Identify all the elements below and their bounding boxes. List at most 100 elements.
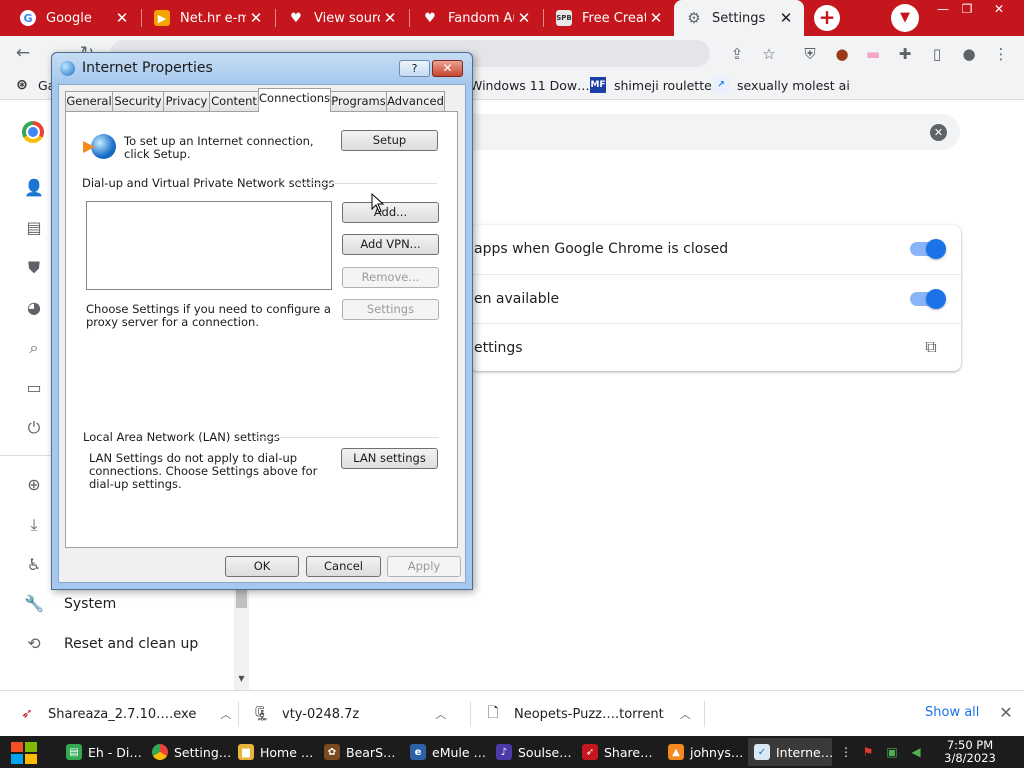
new-tab-button[interactable]: + — [814, 5, 840, 31]
dialog-title: Internet Properties — [82, 60, 213, 76]
bookmark-item[interactable]: Windows 11 Dow… — [470, 76, 590, 94]
close-tab-icon[interactable]: ✕ — [776, 9, 796, 27]
sidebar-item-system[interactable]: System — [64, 596, 116, 612]
help-button[interactable]: ? — [399, 60, 430, 77]
taskbar-item[interactable]: ▤ Eh - Di… — [60, 738, 144, 766]
taskbar-item-internet-properties[interactable]: ✓ Interne… — [748, 738, 833, 766]
settings-search-input[interactable] — [400, 114, 960, 150]
windows-taskbar: ▤ Eh - Di… Setting… ▆ Home … ✿ BearS… e … — [0, 736, 1024, 768]
add-connection-button[interactable]: Add... — [342, 202, 439, 223]
setting-row-proxy-settings[interactable]: ettings ⧉ — [470, 323, 961, 372]
taskbar-item[interactable]: ♪ Soulse… — [490, 738, 574, 766]
connection-settings-button[interactable]: Settings — [342, 299, 439, 320]
volume-icon[interactable]: ◀ — [908, 744, 924, 760]
tab-general[interactable]: General — [65, 91, 113, 111]
download-item[interactable]: ➶ Shareaza_2.7.10….exe ︿ — [18, 703, 231, 725]
start-button[interactable] — [4, 737, 44, 767]
tab-programs[interactable]: Programs — [330, 91, 387, 111]
tab-security[interactable]: Security — [112, 91, 164, 111]
extension-avatar-icon[interactable]: ● — [831, 43, 853, 65]
close-tab-icon[interactable]: ✕ — [646, 9, 666, 27]
power-icon[interactable]: ⏻ — [24, 418, 44, 438]
palette-icon[interactable]: ◕ — [24, 298, 44, 318]
close-tab-icon[interactable]: ✕ — [514, 9, 534, 27]
shield-icon[interactable]: ⛊ — [24, 258, 44, 278]
chevron-up-icon[interactable]: ︿ — [220, 706, 231, 722]
apply-button[interactable]: Apply — [387, 556, 461, 577]
tab-advanced[interactable]: Advanced — [386, 91, 445, 111]
setting-row-hardware-acceleration[interactable]: en available — [470, 274, 961, 323]
scroll-down-arrow-icon[interactable]: ▼ — [236, 672, 247, 686]
taskbar-item[interactable]: ▆ Home … — [232, 738, 316, 766]
bookmark-item[interactable]: MF shimeji roulette — [590, 76, 712, 94]
scrollbar-thumb[interactable] — [236, 590, 247, 608]
back-arrow-icon[interactable]: ← — [12, 42, 34, 64]
tab-search-chevron-icon[interactable]: ▼ — [891, 4, 919, 32]
network-icon[interactable]: ▣ — [884, 744, 900, 760]
taskbar-item[interactable]: e eMule … — [404, 738, 488, 766]
lan-settings-button[interactable]: LAN settings — [341, 448, 438, 469]
person-icon[interactable]: 👤 — [24, 178, 44, 198]
extensions-puzzle-icon[interactable]: ✚ — [894, 43, 916, 65]
external-link-icon[interactable]: ⧉ — [922, 338, 940, 356]
add-vpn-button[interactable]: Add VPN... — [342, 234, 439, 255]
bookmark-item[interactable]: ↗ sexually molest ai — [713, 76, 850, 94]
close-tab-icon[interactable]: ✕ — [112, 9, 132, 27]
close-tab-icon[interactable]: ✕ — [380, 9, 400, 27]
connections-listbox[interactable] — [86, 201, 332, 290]
taskbar-item[interactable]: ▲ johnys… — [662, 738, 746, 766]
browser-window-icon[interactable]: ▭ — [24, 378, 44, 398]
taskbar-item[interactable]: ➶ Share… — [576, 738, 660, 766]
cancel-button[interactable]: Cancel — [306, 556, 381, 577]
chevron-up-icon[interactable]: ︿ — [680, 706, 691, 722]
close-shelf-icon[interactable]: ✕ — [996, 703, 1016, 723]
extension-flag-icon[interactable]: ▬ — [862, 43, 884, 65]
share-icon[interactable]: ⇪ — [726, 43, 748, 65]
bookmark-star-icon[interactable]: ☆ — [758, 43, 780, 65]
remove-connection-button[interactable]: Remove... — [342, 267, 439, 288]
tab-net-hr[interactable]: ▶ Net.hr e-mail ✕ — [142, 0, 274, 36]
download-item[interactable]: 🗜 vty-0248.7z ︿ — [252, 703, 446, 725]
search-icon[interactable]: ⌕ — [24, 338, 44, 358]
menu-dots-icon[interactable]: ⋮ — [990, 43, 1012, 65]
side-panel-icon[interactable]: ▯ — [926, 43, 948, 65]
tab-google[interactable]: G Google ✕ — [8, 0, 140, 36]
tab-fandom-auth[interactable]: ♥ Fandom Auth ✕ — [410, 0, 542, 36]
clear-search-icon[interactable]: ✕ — [930, 124, 947, 141]
wrench-icon[interactable]: 🔧 — [24, 594, 44, 614]
reset-history-icon[interactable]: ⟲ — [24, 634, 44, 654]
ok-button[interactable]: OK — [225, 556, 299, 577]
hardware-acceleration-toggle[interactable] — [910, 289, 946, 309]
shareaza-icon: ➶ — [582, 744, 598, 760]
setup-button[interactable]: Setup — [341, 130, 438, 151]
accessibility-icon[interactable]: ♿ — [24, 555, 44, 575]
globe-icon[interactable]: ⊕ — [24, 475, 44, 495]
tab-connections[interactable]: Connections — [258, 88, 331, 112]
tab-content[interactable]: Content — [209, 91, 259, 111]
window-close-icon[interactable]: ✕ — [984, 0, 1014, 18]
tab-view-source[interactable]: ♥ View source ✕ — [276, 0, 408, 36]
ublock-icon[interactable]: ⛨ — [799, 43, 821, 65]
chevron-up-icon[interactable]: ︿ — [435, 706, 446, 722]
setting-row-background-apps[interactable]: apps when Google Chrome is closed — [470, 225, 961, 274]
sidebar-item-reset[interactable]: Reset and clean up — [64, 636, 198, 652]
dialog-titlebar[interactable]: Internet Properties ? ✕ — [52, 53, 472, 83]
download-icon[interactable]: ⤓ — [24, 515, 44, 535]
action-center-flag-icon[interactable]: ⚑ — [860, 744, 876, 760]
show-all-downloads-link[interactable]: Show all — [925, 705, 979, 720]
taskbar-item[interactable]: Setting… — [146, 738, 231, 766]
taskbar-clock[interactable]: 7:50 PM 3/8/2023 — [930, 739, 1010, 765]
tab-privacy[interactable]: Privacy — [163, 91, 210, 111]
restore-icon[interactable]: ❐ — [952, 0, 982, 18]
taskbar-item[interactable]: ✿ BearS… — [318, 738, 402, 766]
tab-settings[interactable]: ⚙ Settings ✕ — [674, 0, 804, 36]
tab-free-creation[interactable]: SPB Free Creation ✕ — [544, 0, 674, 36]
tray-overflow-icon[interactable]: ⋮ — [838, 744, 854, 760]
clipboard-icon[interactable]: ▤ — [24, 218, 44, 238]
close-tab-icon[interactable]: ✕ — [246, 9, 266, 27]
dialog-close-button[interactable]: ✕ — [432, 60, 463, 77]
download-item[interactable]: 🗋 Neopets-Puzz….torrent ︿ — [484, 703, 691, 725]
profile-icon[interactable]: ● — [958, 43, 980, 65]
background-apps-toggle[interactable] — [910, 239, 946, 259]
bookmark-item[interactable]: ⊛ Ga — [14, 76, 55, 94]
